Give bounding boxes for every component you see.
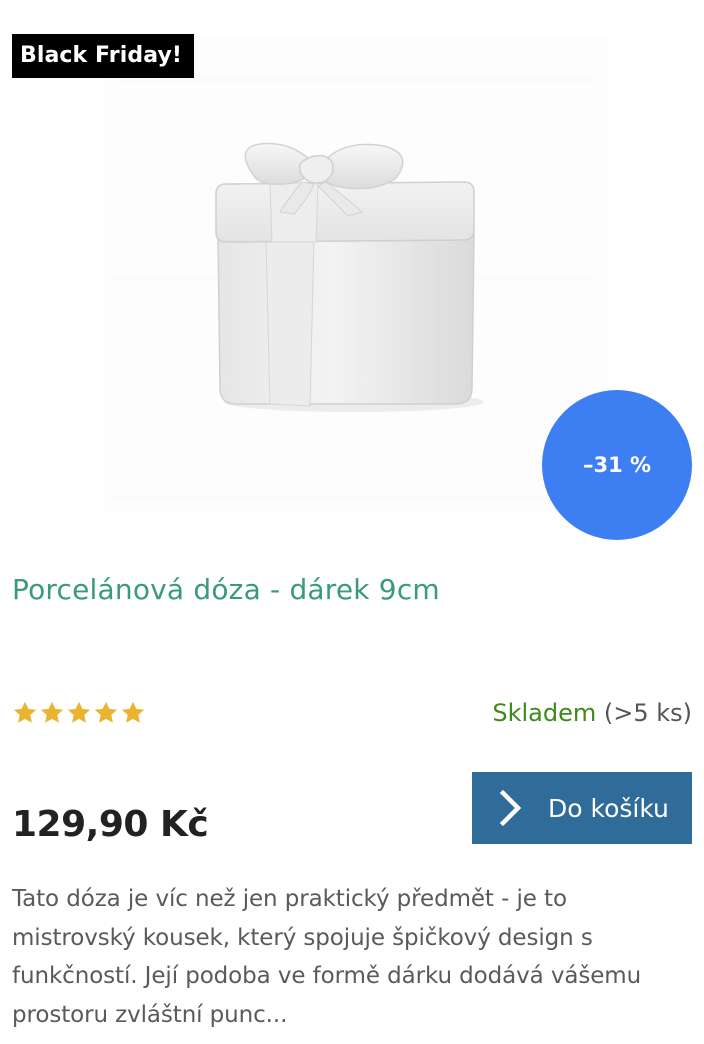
star-icon [13, 701, 37, 723]
discount-badge: –31 % [542, 390, 692, 540]
product-price: 129,90 Kč [12, 804, 209, 845]
product-image[interactable] [104, 36, 608, 540]
star-icon [40, 701, 64, 723]
add-to-cart-label: Do košíku [548, 793, 669, 823]
star-rating [12, 700, 146, 728]
stock-status: Skladem (>5 ks) [492, 696, 692, 730]
product-title-link[interactable]: Porcelánová dóza - dárek 9cm [12, 570, 692, 610]
add-to-cart-button[interactable]: Do košíku [472, 772, 692, 844]
product-description: Tato dóza je víc než jen praktický předm… [12, 886, 642, 1028]
star-icon [121, 701, 145, 723]
star-icon [67, 701, 91, 723]
chevron-right-icon [499, 789, 522, 827]
stock-availability: Skladem [492, 699, 597, 727]
star-icon [94, 701, 118, 723]
black-friday-badge: Black Friday! [12, 34, 194, 78]
stock-quantity: (>5 ks) [603, 699, 692, 727]
